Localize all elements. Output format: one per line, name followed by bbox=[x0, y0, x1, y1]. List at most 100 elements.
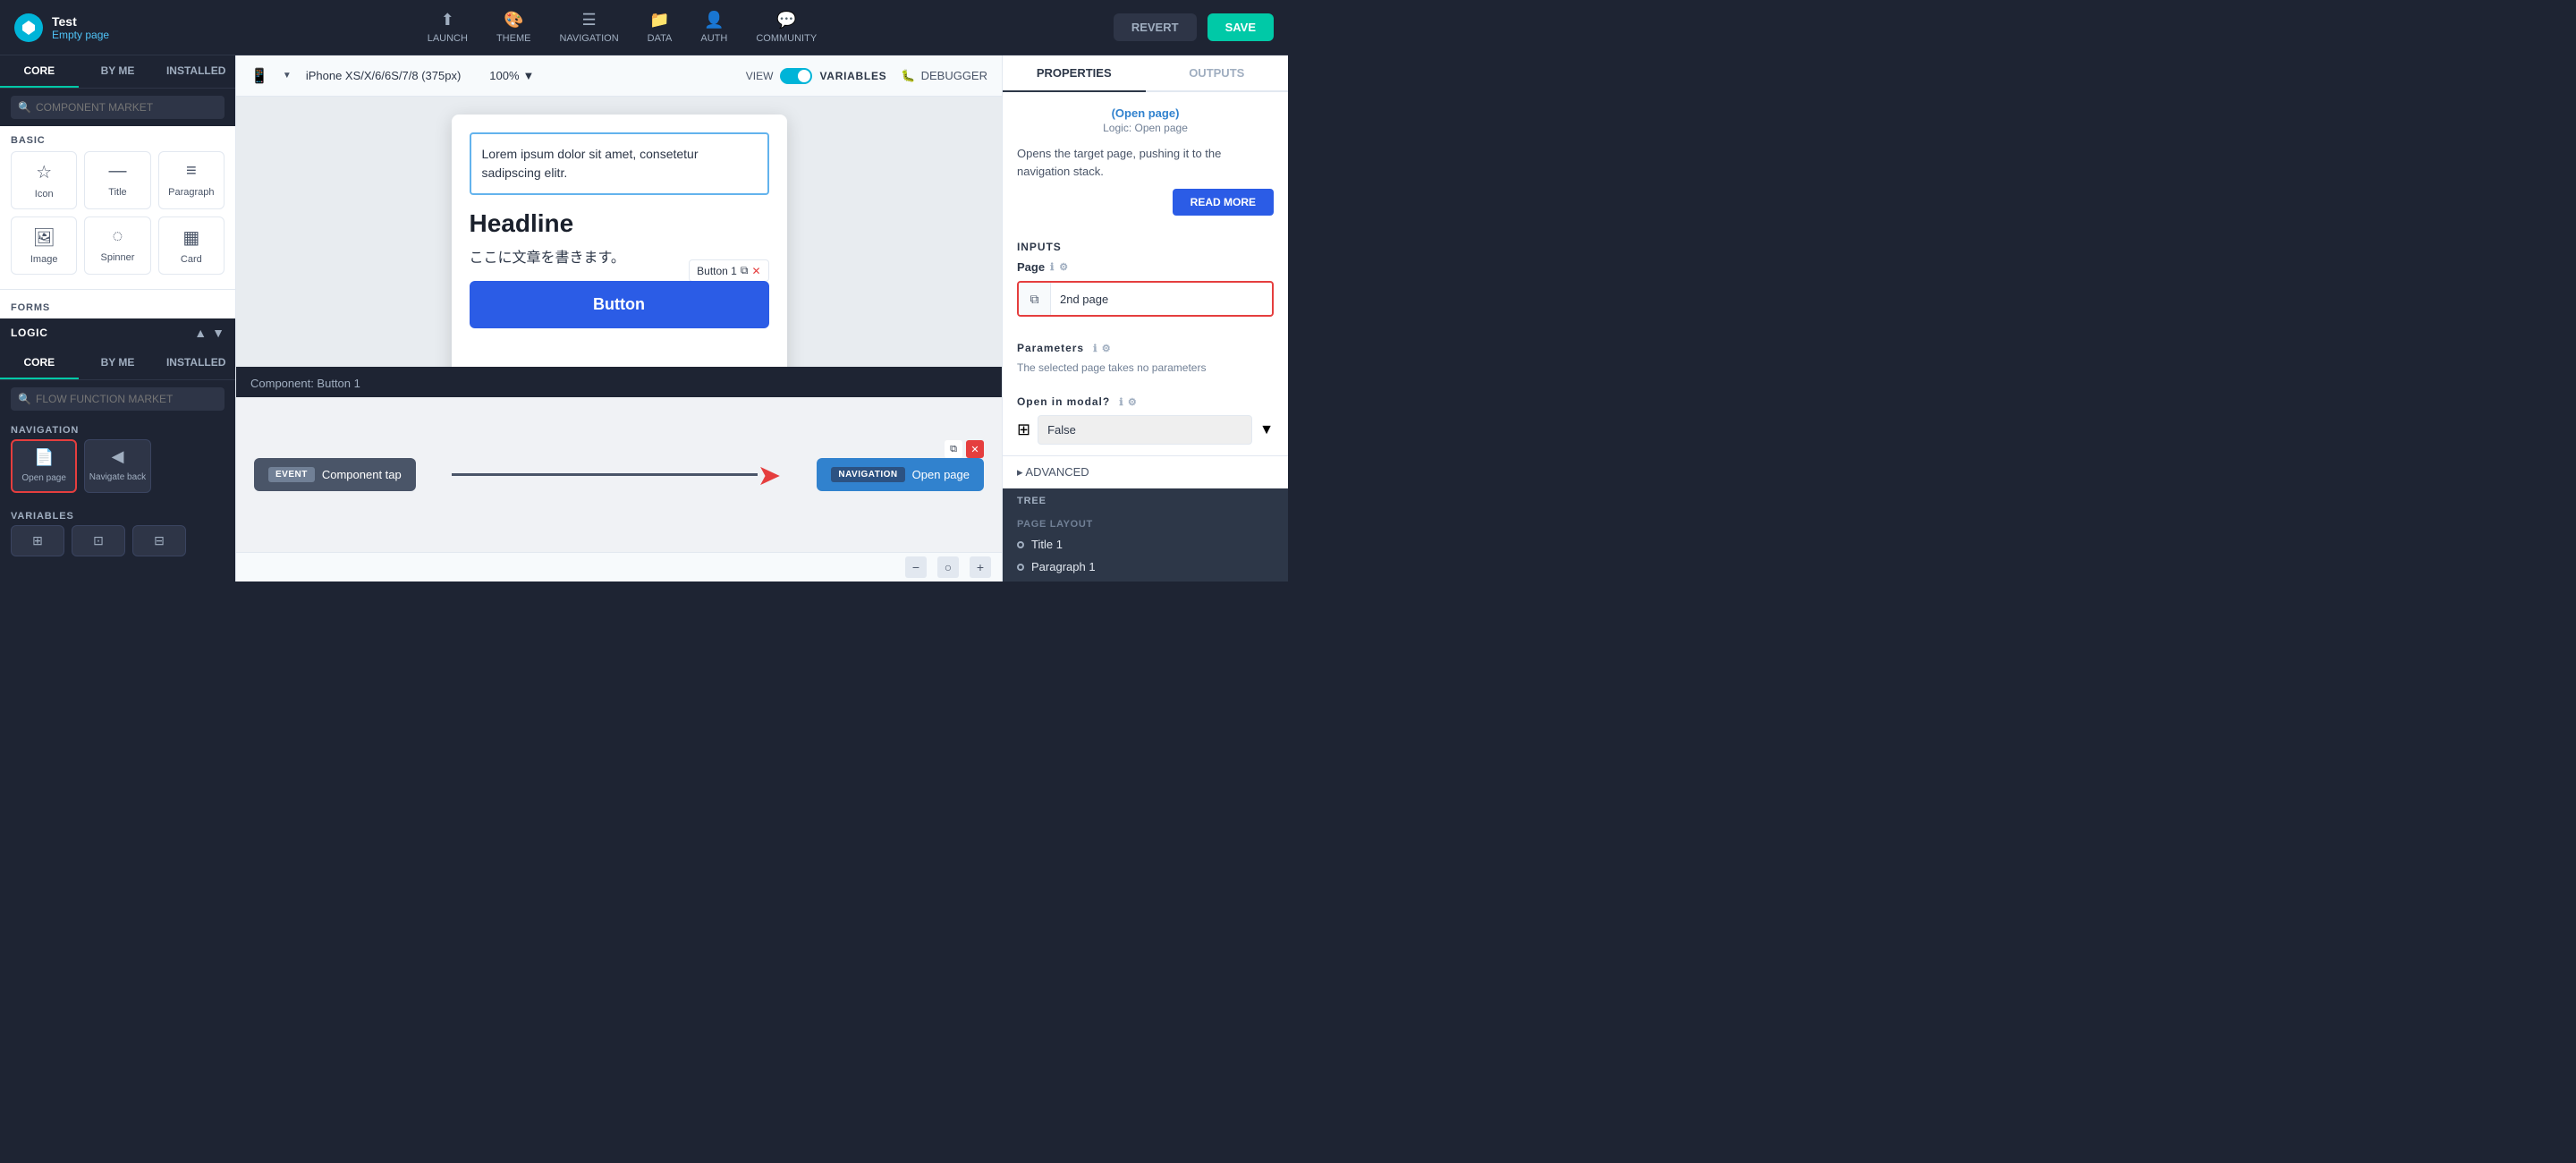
revert-button[interactable]: REVERT bbox=[1114, 13, 1197, 41]
event-box[interactable]: EVENT Component tap bbox=[254, 458, 416, 491]
nav-navigation[interactable]: ☰ NAVIGATION bbox=[559, 11, 618, 44]
logic-sidebar: LOGIC ▲ ▼ CORE BY ME INSTALLED 🔍 NAVIGAT… bbox=[0, 318, 235, 582]
logic-arrows: ▲ ▼ bbox=[194, 326, 225, 340]
launch-icon: ⬆ bbox=[441, 11, 454, 30]
nav-community[interactable]: 💬 COMMUNITY bbox=[756, 11, 817, 44]
logic-search-input[interactable] bbox=[11, 387, 225, 411]
tree-para1-label: Paragraph 1 bbox=[1031, 560, 1096, 573]
debugger-button[interactable]: 🐛 DEBUGGER bbox=[901, 69, 987, 83]
sidebar-tab-core[interactable]: CORE bbox=[0, 55, 79, 88]
project-page[interactable]: Empty page bbox=[52, 29, 109, 41]
forms-section-label: FORMS bbox=[0, 293, 235, 318]
device-button[interactable]: Button bbox=[470, 281, 769, 328]
tree-dot-2 bbox=[1017, 564, 1024, 571]
toggle-thumb bbox=[798, 70, 810, 82]
param-settings-icon[interactable]: ⚙ bbox=[1102, 344, 1112, 354]
open-page-component[interactable]: 📄 Open page bbox=[11, 439, 77, 493]
tree-item-title2[interactable]: Title 2 bbox=[1003, 578, 1288, 582]
read-more-button[interactable]: READ MORE bbox=[1173, 189, 1274, 216]
sidebar-tab-byme[interactable]: BY ME bbox=[79, 55, 157, 88]
image-label: Image bbox=[30, 254, 58, 265]
copy-small-icon: ⧉ bbox=[1030, 292, 1039, 307]
navigate-back-label: Navigate back bbox=[89, 471, 146, 483]
tab-outputs[interactable]: OUTPUTS bbox=[1146, 55, 1289, 92]
logic-tab-core[interactable]: CORE bbox=[0, 347, 79, 379]
var-item-2[interactable]: ⊡ bbox=[72, 525, 125, 556]
param-info-icon[interactable]: ℹ bbox=[1093, 344, 1097, 354]
close-block-button[interactable]: ✕ bbox=[966, 440, 984, 458]
component-spinner[interactable]: ◌ Spinner bbox=[84, 216, 150, 275]
copy-block-button[interactable]: ⧉ bbox=[945, 440, 962, 458]
top-actions: REVERT SAVE bbox=[1114, 13, 1274, 41]
page-settings-icon[interactable]: ⚙ bbox=[1059, 261, 1068, 273]
modal-row: ⊞ False True ▼ bbox=[1003, 415, 1288, 455]
auth-label: AUTH bbox=[700, 33, 727, 44]
open-page-link[interactable]: (Open page) bbox=[1017, 106, 1274, 120]
arrow-down-icon[interactable]: ▼ bbox=[212, 326, 225, 340]
title-label: Title bbox=[108, 187, 126, 198]
sidebar-tab-installed[interactable]: INSTALLED bbox=[157, 55, 235, 88]
parameters-title: Parameters ℹ ⚙ bbox=[1003, 331, 1288, 361]
logic-canvas-header: Component: Button 1 bbox=[236, 369, 1002, 397]
search-input[interactable] bbox=[11, 96, 225, 119]
component-title[interactable]: — Title bbox=[84, 151, 150, 209]
navigate-back-component[interactable]: ◀ Navigate back bbox=[84, 439, 150, 493]
zoom-dropdown[interactable]: 100% ▼ bbox=[489, 69, 534, 82]
toggle-track[interactable] bbox=[780, 68, 812, 84]
save-button[interactable]: SAVE bbox=[1208, 13, 1274, 41]
modal-info-icon[interactable]: ℹ bbox=[1119, 397, 1123, 408]
advanced-section[interactable]: ▸ ADVANCED bbox=[1003, 455, 1288, 488]
var-item-3[interactable]: ⊟ bbox=[132, 525, 186, 556]
modal-settings-icon[interactable]: ⚙ bbox=[1128, 397, 1138, 408]
logo[interactable]: Test Empty page bbox=[14, 13, 109, 42]
sidebar-tabs: CORE BY ME INSTALLED bbox=[0, 55, 235, 89]
nav-block[interactable]: ⧉ ✕ NAVIGATION Open page bbox=[817, 458, 984, 491]
component-image[interactable]: 🖼 Image bbox=[11, 216, 77, 275]
logo-icon[interactable] bbox=[14, 13, 43, 42]
tree-item-paragraph1[interactable]: Paragraph 1 bbox=[1003, 556, 1288, 578]
component-card[interactable]: ▦ Card bbox=[158, 216, 225, 275]
var-item-1[interactable]: ⊞ bbox=[11, 525, 64, 556]
variables-label: VARIABLES bbox=[819, 70, 886, 82]
page-info-icon[interactable]: ℹ bbox=[1050, 261, 1054, 273]
zoom-value: 100% bbox=[489, 69, 519, 82]
tab-properties[interactable]: PROPERTIES bbox=[1003, 55, 1146, 92]
zoom-out-button[interactable]: − bbox=[905, 556, 927, 578]
paragraph-icon: ≡ bbox=[186, 161, 197, 182]
page-input-row: ⧉ bbox=[1017, 281, 1274, 317]
logic-title: LOGIC bbox=[11, 327, 48, 339]
component-icon[interactable]: ☆ Icon bbox=[11, 151, 77, 209]
parameters-label: Parameters bbox=[1017, 342, 1084, 354]
page-input[interactable] bbox=[1051, 285, 1272, 313]
logic-tab-byme[interactable]: BY ME bbox=[79, 347, 157, 379]
advanced-label: ▸ ADVANCED bbox=[1017, 465, 1089, 480]
modal-select[interactable]: False True bbox=[1038, 415, 1252, 445]
device-lorem-text: Lorem ipsum dolor sit amet, consetetur s… bbox=[482, 147, 699, 180]
card-icon: ▦ bbox=[182, 226, 199, 249]
open-in-modal-title: Open in modal? ℹ ⚙ bbox=[1003, 385, 1288, 415]
nav-theme[interactable]: 🎨 THEME bbox=[496, 11, 531, 44]
reset-zoom-button[interactable]: ○ bbox=[937, 556, 959, 578]
nav-data[interactable]: 📁 DATA bbox=[648, 11, 673, 44]
tree-item-title1[interactable]: Title 1 bbox=[1003, 533, 1288, 556]
logic-tab-installed[interactable]: INSTALLED bbox=[157, 347, 235, 379]
title-icon: — bbox=[108, 161, 126, 182]
nav-auth[interactable]: 👤 AUTH bbox=[700, 11, 727, 44]
zoom-in-button[interactable]: + bbox=[970, 556, 991, 578]
device-arrow: ▼ bbox=[283, 71, 292, 81]
modal-icon: ⊞ bbox=[1017, 420, 1030, 439]
project-info: Test Empty page bbox=[52, 14, 109, 41]
nav-text: Open page bbox=[912, 468, 970, 481]
logic-header: LOGIC ▲ ▼ bbox=[0, 318, 235, 347]
component-paragraph[interactable]: ≡ Paragraph bbox=[158, 151, 225, 209]
tree-section: TREE PAGE LAYOUT Title 1 Paragraph 1 Tit… bbox=[1003, 488, 1288, 582]
arrow-up-icon[interactable]: ▲ bbox=[194, 326, 207, 340]
event-tag: EVENT bbox=[268, 467, 315, 482]
icon-label: Icon bbox=[35, 189, 54, 199]
nav-launch[interactable]: ⬆ LAUNCH bbox=[428, 11, 468, 44]
event-text: Component tap bbox=[322, 468, 402, 481]
data-label: DATA bbox=[648, 33, 673, 44]
tree-dot-1 bbox=[1017, 541, 1024, 548]
red-arrow-icon: ➤ bbox=[758, 458, 782, 492]
device-dropdown[interactable]: iPhone XS/X/6/6S/7/8 (375px) bbox=[306, 69, 461, 82]
